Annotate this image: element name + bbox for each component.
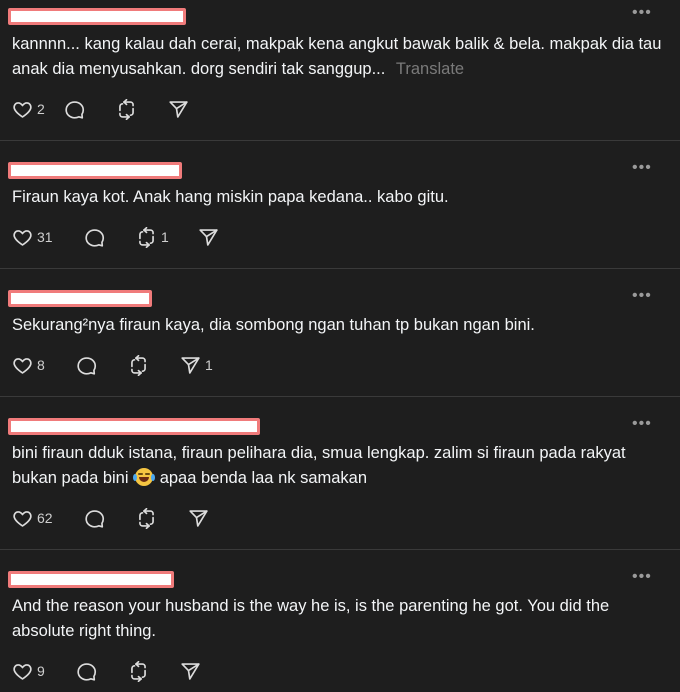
post-body: Sekurang²nya firaun kaya, dia sombong ng… [12,316,535,334]
comment-button[interactable] [64,99,116,120]
post: ••• bini firaun dduk istana, firaun peli… [0,397,680,550]
post-actions: 62 [12,506,240,530]
post-actions: 31 1 [12,225,250,249]
share-count: 1 [205,357,213,373]
more-options-icon[interactable]: ••• [632,569,651,585]
like-count: 2 [37,101,45,117]
redacted-username [8,162,182,179]
heart-icon [13,663,32,680]
post-body: kannnn... kang kalau dah cerai, makpak k… [12,35,662,78]
send-icon [169,100,188,118]
repost-count: 1 [161,229,169,245]
post-text: Firaun kaya kot. Anak hang miskin papa k… [12,185,662,210]
post: ••• And the reason your husband is the w… [0,550,680,692]
comment-bubble-icon [85,509,105,528]
share-button[interactable]: 1 [180,355,232,376]
repost-button[interactable] [136,507,188,529]
like-button[interactable]: 8 [12,355,76,376]
comment-bubble-icon [85,228,105,247]
repost-button[interactable] [128,660,180,682]
share-button[interactable] [198,227,250,248]
repost-icon [139,226,154,248]
send-icon [181,356,200,374]
redacted-username [8,8,186,25]
post-body: And the reason your husband is the way h… [12,597,610,640]
post-text: kannnn... kang kalau dah cerai, makpak k… [12,32,662,81]
send-icon [199,228,218,246]
share-button[interactable] [168,99,220,120]
comment-button[interactable] [84,508,136,529]
like-count: 62 [37,510,53,526]
post-body-continued: apaa benda laa nk samakan [159,468,368,487]
repost-icon [119,98,134,120]
heart-icon [13,101,32,118]
comment-bubble-icon [77,356,97,375]
post-actions: 8 1 [12,353,232,377]
repost-button[interactable] [128,354,180,376]
like-count: 31 [37,229,53,245]
heart-icon [13,510,32,527]
face-with-tears-of-joy-emoji [133,467,156,486]
share-button[interactable] [188,508,240,529]
post-text: Sekurang²nya firaun kaya, dia sombong ng… [12,313,662,338]
more-options-icon[interactable]: ••• [632,160,651,176]
heart-icon [13,357,32,374]
post: ••• Firaun kaya kot. Anak hang miskin pa… [0,141,680,269]
repost-icon [131,354,146,376]
post-actions: 9 [12,659,232,683]
like-button[interactable]: 31 [12,227,84,248]
comment-bubble-icon [77,662,97,681]
repost-button[interactable]: 1 [136,226,198,248]
post-body: Firaun kaya kot. Anak hang miskin papa k… [12,188,449,206]
like-button[interactable]: 2 [12,99,64,120]
like-button[interactable]: 9 [12,661,76,682]
post: ••• kannnn... kang kalau dah cerai, makp… [0,0,680,141]
repost-icon [131,660,146,682]
post-actions: 2 [12,97,220,121]
repost-button[interactable] [116,98,168,120]
post-text: bini firaun dduk istana, firaun pelihara… [12,441,662,490]
translate-link[interactable]: Translate [396,60,464,78]
heart-icon [13,229,32,246]
post: ••• Sekurang²nya firaun kaya, dia sombon… [0,269,680,397]
send-icon [181,662,200,680]
redacted-username [8,571,174,588]
redacted-username [8,418,260,435]
redacted-username [8,290,152,307]
like-button[interactable]: 62 [12,508,84,529]
post-text: And the reason your husband is the way h… [12,594,662,643]
send-icon [189,509,208,527]
more-options-icon[interactable]: ••• [632,288,651,304]
more-options-icon[interactable]: ••• [632,416,651,432]
comment-bubble-icon [65,100,85,119]
comment-button[interactable] [76,355,128,376]
like-count: 8 [37,357,45,373]
comment-button[interactable] [76,661,128,682]
comment-button[interactable] [84,227,136,248]
like-count: 9 [37,663,45,679]
repost-icon [139,507,154,529]
share-button[interactable] [180,661,232,682]
more-options-icon[interactable]: ••• [632,5,651,21]
